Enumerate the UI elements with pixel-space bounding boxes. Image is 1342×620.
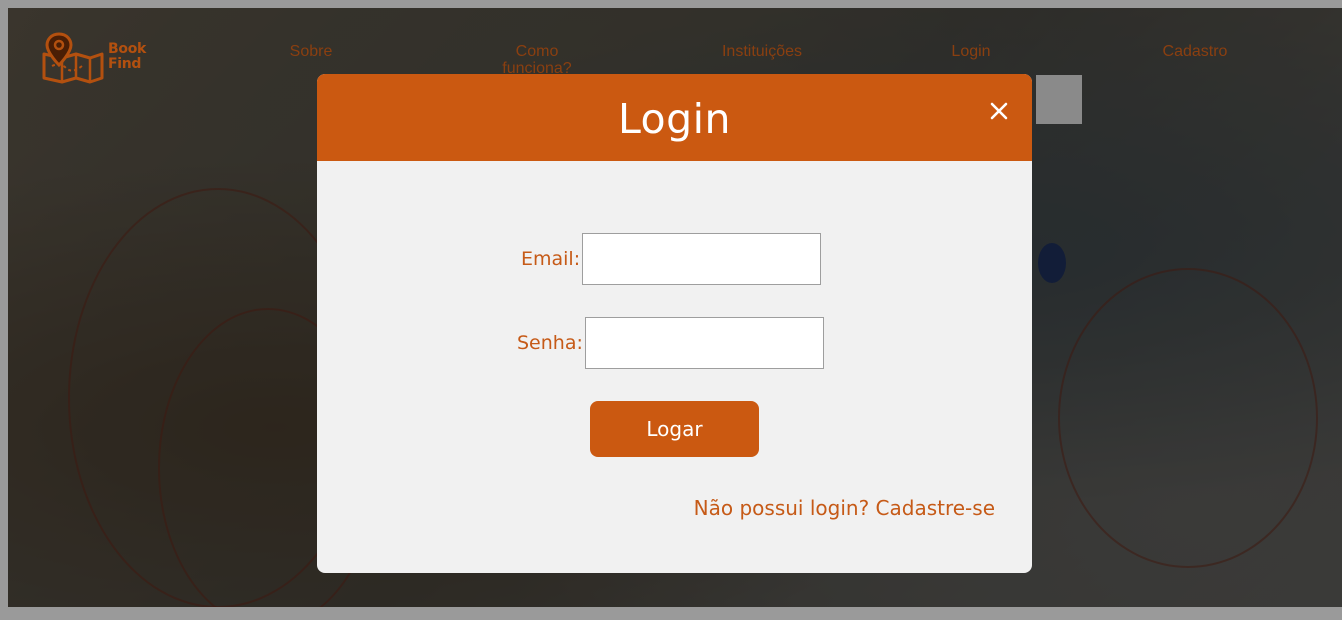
brand-name-line2: Find (108, 56, 142, 72)
email-row: Email: (521, 233, 822, 285)
obscured-nav-button (1036, 75, 1082, 124)
signup-link[interactable]: Não possui login? Cadastre-se (694, 496, 995, 520)
nav-link-instituicoes[interactable]: Instituições (702, 43, 822, 60)
password-label: Senha: (517, 332, 583, 354)
map-pin-book-icon (42, 32, 104, 84)
nav-link-como-funciona[interactable]: Como funciona? (492, 43, 582, 77)
login-submit-button[interactable]: Logar (590, 401, 759, 457)
brand-name-line1: Book (108, 41, 147, 57)
modal-header: Login (317, 74, 1032, 161)
email-label: Email: (521, 248, 581, 270)
nav-link-login[interactable]: Login (936, 43, 1006, 60)
modal-title: Login (617, 94, 732, 143)
login-modal: Login Email: Senha: Logar Não possui log… (317, 74, 1032, 573)
nav-link-cadastro[interactable]: Cadastro (1148, 43, 1242, 60)
brand-logo[interactable]: Book Find (42, 32, 154, 84)
password-row: Senha: (517, 317, 824, 369)
close-icon (990, 102, 1008, 120)
nav-link-sobre[interactable]: Sobre (276, 43, 346, 60)
close-button[interactable] (988, 100, 1010, 122)
brand-name: Book Find (108, 42, 146, 72)
email-field[interactable] (582, 233, 822, 285)
password-field[interactable] (584, 317, 824, 369)
